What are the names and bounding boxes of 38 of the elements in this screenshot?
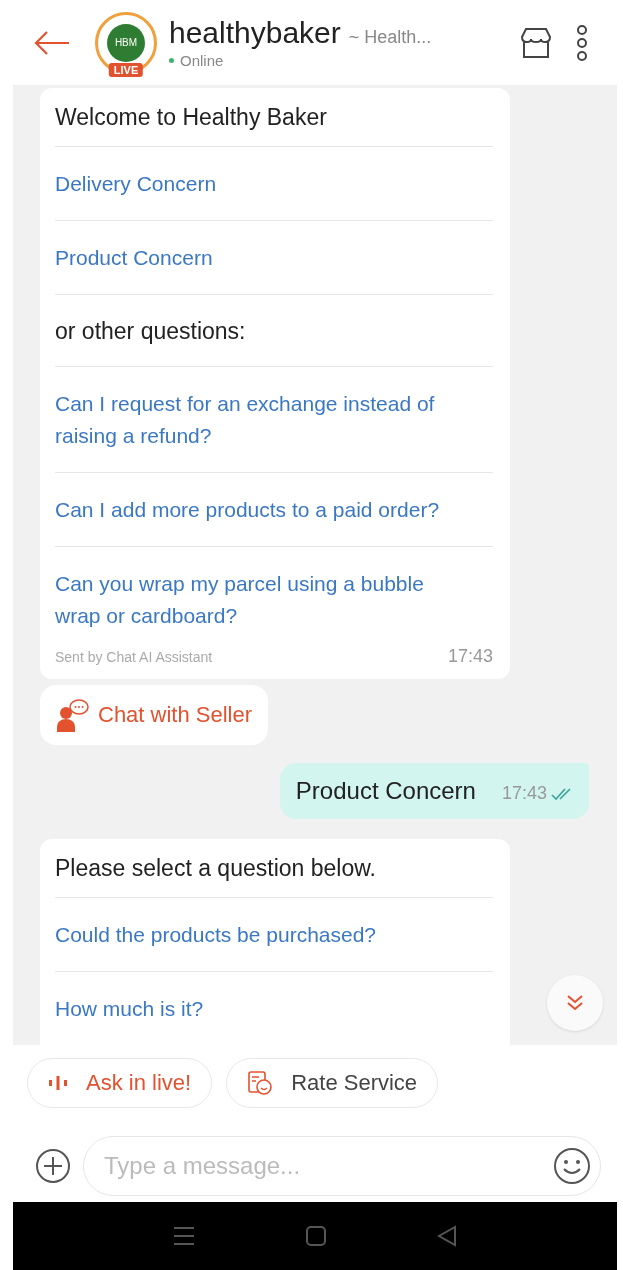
arrow-left-icon	[33, 29, 71, 56]
status-text: Online	[180, 52, 224, 69]
emoji-icon[interactable]	[553, 1147, 591, 1185]
more-icon	[575, 22, 589, 63]
message-input-field[interactable]: Type a message...	[83, 1136, 601, 1196]
scroll-down-button[interactable]	[547, 975, 603, 1031]
storefront-icon	[519, 26, 553, 59]
menu-icon[interactable]	[173, 1226, 195, 1246]
message-text: Please select a question below.	[55, 854, 377, 883]
back-icon[interactable]	[437, 1225, 457, 1247]
home-icon[interactable]	[305, 1225, 327, 1247]
question-link[interactable]: Product Concern	[55, 242, 493, 274]
message-text: or other questions:	[55, 317, 247, 346]
message-time: 17:43	[501, 783, 547, 804]
person-speech-icon	[56, 698, 90, 732]
message-text: Product Concern	[295, 777, 476, 805]
sender-label: Sent by Chat AI Assistant	[55, 648, 213, 665]
message-text: Welcome to Healthy Baker	[55, 103, 328, 132]
quick-action-chip[interactable]: Ask in live!	[27, 1058, 213, 1108]
question-link[interactable]: How much is it?	[55, 993, 493, 1025]
question-link[interactable]: Could the products be purchased?	[55, 919, 493, 951]
chat-with-seller-button[interactable]: Chat with Seller	[40, 685, 269, 745]
question-link[interactable]: Delivery Concern	[55, 168, 493, 200]
question-link[interactable]: Can I add more products to a paid order?	[55, 494, 493, 526]
question-link[interactable]: Can I request for an exchange instead of raising a refund?	[55, 388, 493, 452]
sound-bars-icon	[48, 1076, 68, 1090]
message-time: 17:43	[447, 646, 493, 667]
rating-card-icon	[247, 1070, 274, 1096]
question-link[interactable]: Can you wrap my parcel using a bubble wrap or cardboard?	[55, 568, 493, 632]
avatar-logo-text: HBM	[107, 23, 145, 62]
add-button[interactable]	[33, 1146, 73, 1186]
shop-name: healthybaker	[169, 16, 341, 50]
double-chevron-down-icon	[565, 993, 585, 1013]
shop-avatar[interactable]: HBM LIVE	[95, 11, 157, 74]
shop-subtitle: ~ Health...	[348, 27, 432, 48]
plus-icon	[35, 1148, 71, 1184]
live-badge: LIVE	[108, 62, 144, 77]
quick-action-chip[interactable]: Rate Service	[226, 1058, 439, 1108]
